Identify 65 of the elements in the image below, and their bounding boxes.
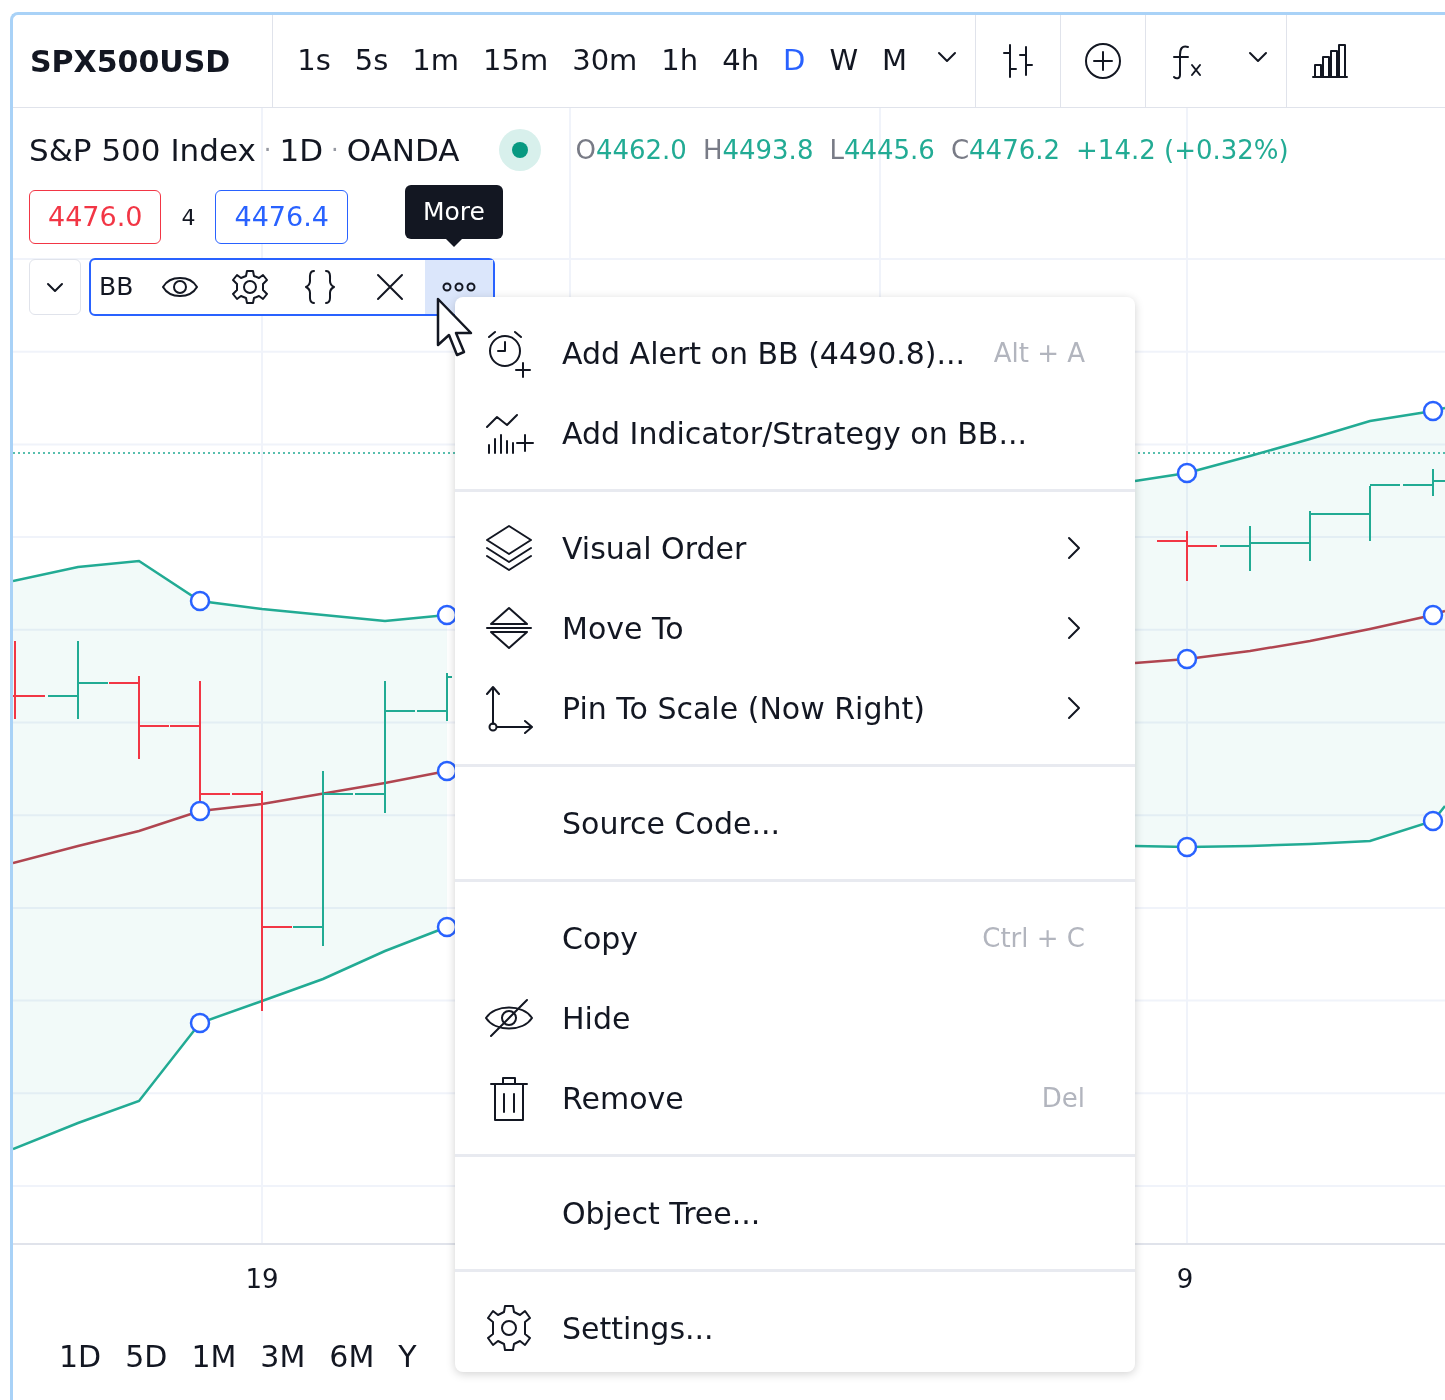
anchor-point-handle[interactable] [1176, 836, 1198, 858]
anchor-point-handle[interactable] [189, 800, 211, 822]
anchor-point-handle[interactable] [1176, 648, 1198, 670]
anchor-point-handle[interactable] [1422, 810, 1444, 832]
ohlc-bar [1156, 530, 1218, 582]
legend-title: 1D [279, 130, 323, 170]
anchor-point-handle[interactable] [436, 916, 458, 938]
menu-item[interactable]: Pin To Scale (Now Right) [455, 668, 1135, 748]
shortcut-text: Alt + A [993, 336, 1085, 370]
anchor-point-handle[interactable] [189, 590, 211, 612]
anchor-point-handle[interactable] [1422, 400, 1444, 422]
anchor-point-handle[interactable] [436, 760, 458, 782]
bid-price[interactable]: 4476.0 [29, 189, 162, 245]
menu-item[interactable]: Source Code... [455, 783, 1135, 863]
shortcut-text: Del [1041, 1081, 1085, 1115]
interval-button[interactable]: 15m [471, 39, 561, 83]
anchor-point-handle[interactable] [189, 1012, 211, 1034]
ohlc-bar [1279, 510, 1341, 562]
interval-button[interactable]: 4h [710, 39, 772, 83]
separator-dot: · [331, 135, 339, 166]
menu-item[interactable]: Remove Del [455, 1058, 1135, 1138]
range-button[interactable]: 6M [317, 1333, 387, 1379]
ohlc-bar [1219, 525, 1281, 572]
interval-button[interactable]: D [771, 39, 818, 83]
interval-button[interactable]: W [817, 39, 871, 83]
interval-button[interactable]: M [870, 39, 920, 83]
menu-item[interactable]: Copy Ctrl + C [455, 898, 1135, 978]
interval-button[interactable]: 1s [285, 39, 343, 83]
shortcut-text: Ctrl + C [982, 921, 1085, 955]
separator-dot: · [263, 135, 272, 166]
legend-title: S&P 500 Index [29, 130, 256, 170]
menu-item[interactable]: Add Indicator/Strategy on BB... [455, 393, 1135, 473]
layers-icon [483, 522, 535, 574]
caret-icon [46, 281, 64, 293]
spread-value: 4 [181, 203, 196, 232]
interval-button[interactable]: 1h [649, 39, 711, 83]
menu-item[interactable]: Object Tree... [455, 1173, 1135, 1253]
range-button[interactable]: 5D [113, 1333, 180, 1379]
ohlc-value: L4445.6 [829, 133, 935, 167]
symbol-name[interactable]: SPX500USD [13, 15, 274, 107]
interval-button[interactable]: 30m [560, 39, 650, 83]
anchor-point-handle[interactable] [1422, 604, 1444, 626]
range-button[interactable]: Y [386, 1333, 429, 1379]
menu-item[interactable]: Hide [455, 978, 1135, 1058]
ohlc-value: O4462.0 [575, 133, 687, 167]
anchor-point-handle[interactable] [436, 604, 458, 626]
legend-title: OANDA [346, 130, 460, 170]
menu-item[interactable]: Move To [455, 588, 1135, 668]
axis-label: 19 [245, 1264, 279, 1294]
interval-button[interactable]: 5s [342, 39, 401, 83]
ask-price[interactable]: 4476.4 [215, 189, 348, 245]
indicator-name: BB [99, 271, 134, 304]
interval-button[interactable]: 1m [400, 39, 472, 83]
range-button[interactable]: 1M [179, 1333, 249, 1379]
menu-item[interactable]: Visual Order [455, 508, 1135, 588]
tooltip-pointer [446, 238, 462, 247]
axis-label: 9 [1176, 1264, 1194, 1294]
anchor-point-handle[interactable] [1176, 462, 1198, 484]
range-button[interactable]: 1D [47, 1333, 114, 1379]
menu-item[interactable]: Settings... [455, 1288, 1135, 1368]
tooltip: More [405, 185, 503, 239]
range-button[interactable]: 3M [248, 1333, 318, 1379]
ohlc-value: C4476.2 [950, 133, 1061, 167]
price-change: +14.2 (+0.32%) [1076, 133, 1289, 167]
ohlc-value: H4493.8 [702, 133, 814, 167]
